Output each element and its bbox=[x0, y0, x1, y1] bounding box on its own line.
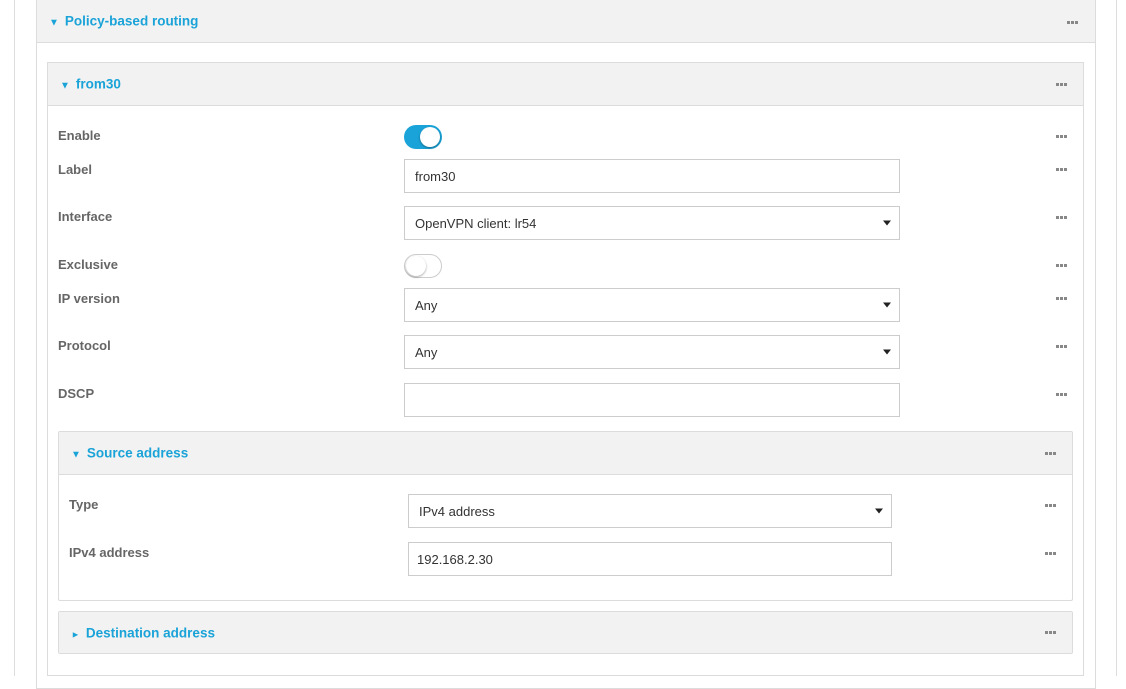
route-toggle[interactable]: ▼ from30 bbox=[60, 77, 121, 92]
protocol-select[interactable]: Any bbox=[404, 335, 900, 369]
more-icon[interactable] bbox=[1045, 504, 1056, 507]
more-icon[interactable] bbox=[1045, 631, 1056, 634]
destination-address-title: Destination address bbox=[85, 625, 215, 640]
route-header[interactable]: ▼ from30 bbox=[48, 63, 1083, 106]
outer-border-left bbox=[14, 0, 15, 676]
label-input[interactable]: from30 bbox=[404, 159, 900, 193]
exclusive-toggle[interactable] bbox=[404, 254, 442, 278]
source-address-header[interactable]: ▼ Source address bbox=[59, 432, 1072, 475]
dropdown-arrow-icon bbox=[883, 302, 891, 308]
ip-version-select[interactable]: Any bbox=[404, 288, 900, 322]
type-select[interactable]: IPv4 address bbox=[408, 494, 892, 528]
dscp-input[interactable] bbox=[404, 383, 900, 417]
dscp-label: DSCP bbox=[58, 386, 95, 401]
exclusive-label: Exclusive bbox=[58, 257, 118, 272]
toggle-knob bbox=[420, 127, 440, 147]
more-icon[interactable] bbox=[1056, 83, 1067, 86]
dropdown-arrow-icon bbox=[875, 508, 883, 514]
source-address-title: Source address bbox=[86, 445, 189, 461]
outer-border-right bbox=[1116, 0, 1117, 676]
policy-routing-header[interactable]: ▼ Policy-based routing bbox=[37, 0, 1095, 43]
type-value: IPv4 address bbox=[419, 503, 495, 519]
toggle-knob bbox=[406, 256, 426, 276]
more-icon[interactable] bbox=[1056, 393, 1067, 396]
ipv4-address-label: IPv4 address bbox=[69, 545, 150, 560]
dropdown-arrow-icon bbox=[883, 349, 891, 355]
label-label: Label bbox=[58, 162, 92, 177]
more-icon[interactable] bbox=[1056, 168, 1067, 171]
more-icon[interactable] bbox=[1056, 264, 1067, 267]
protocol-value: Any bbox=[415, 344, 438, 360]
more-icon[interactable] bbox=[1056, 216, 1067, 219]
policy-routing-toggle[interactable]: ▼ Policy-based routing bbox=[49, 14, 198, 29]
protocol-label: Protocol bbox=[58, 338, 111, 353]
destination-address-panel: ► Destination address bbox=[58, 611, 1073, 654]
more-icon[interactable] bbox=[1056, 345, 1067, 348]
more-icon[interactable] bbox=[1045, 452, 1056, 455]
more-icon[interactable] bbox=[1067, 21, 1078, 24]
more-icon[interactable] bbox=[1045, 552, 1056, 555]
more-icon[interactable] bbox=[1056, 297, 1067, 300]
ip-version-label: IP version bbox=[58, 291, 120, 306]
more-icon[interactable] bbox=[1056, 135, 1067, 138]
route-title: from30 bbox=[75, 76, 121, 92]
ip-version-value: Any bbox=[415, 297, 438, 313]
caret-down-icon: ▼ bbox=[71, 449, 81, 461]
caret-right-icon: ► bbox=[71, 629, 80, 639]
interface-label: Interface bbox=[58, 209, 113, 224]
destination-address-toggle[interactable]: ► Destination address bbox=[71, 625, 215, 640]
caret-down-icon: ▼ bbox=[60, 80, 70, 92]
interface-select[interactable]: OpenVPN client: lr54 bbox=[404, 206, 900, 240]
ipv4-address-input[interactable]: 192.168.2.30 bbox=[408, 542, 892, 576]
policy-routing-title: Policy-based routing bbox=[64, 13, 199, 29]
source-address-toggle[interactable]: ▼ Source address bbox=[71, 446, 188, 461]
type-label: Type bbox=[69, 497, 99, 512]
destination-address-header[interactable]: ► Destination address bbox=[59, 612, 1072, 653]
interface-value: OpenVPN client: lr54 bbox=[415, 215, 537, 231]
caret-down-icon: ▼ bbox=[49, 17, 59, 29]
enable-toggle[interactable] bbox=[404, 125, 442, 149]
enable-label: Enable bbox=[58, 128, 101, 143]
dropdown-arrow-icon bbox=[883, 220, 891, 226]
